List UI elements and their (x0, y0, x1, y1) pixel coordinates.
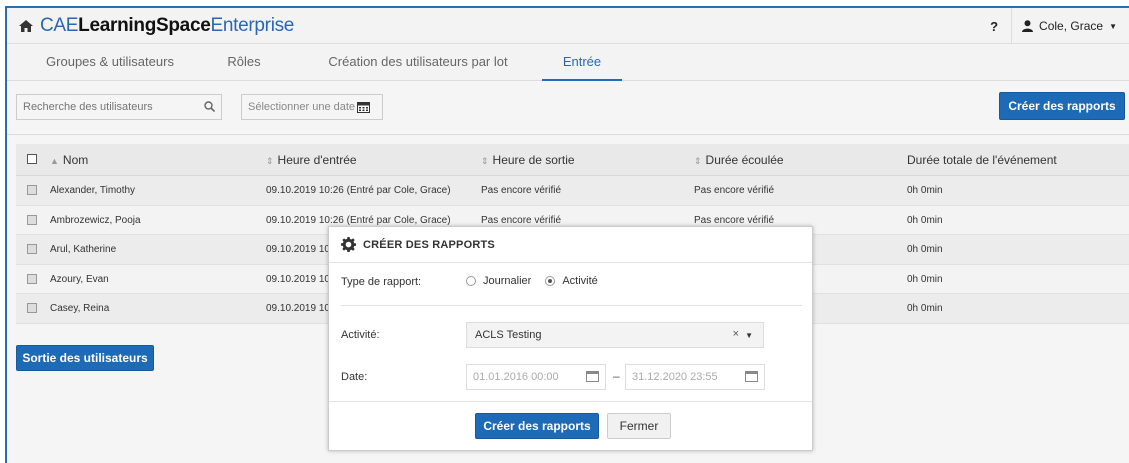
cell-name: Ambrozewicz, Pooja (50, 214, 141, 226)
cell-name: Arul, Katherine (50, 244, 117, 255)
search-icon[interactable] (204, 101, 216, 115)
user-name: Cole, Grace (1039, 19, 1104, 33)
cell-elapsed: Pas encore vérifié (694, 185, 775, 196)
close-button[interactable]: Fermer (607, 413, 671, 439)
activity-label: Activité: (341, 329, 380, 341)
date-label: Date: (341, 371, 368, 383)
radio-circle (545, 276, 556, 286)
chevron-down-icon[interactable]: ▼ (745, 331, 753, 340)
divider (341, 305, 802, 306)
col-elapsed[interactable]: ⇕ Durée écoulée (694, 144, 784, 176)
activity-select[interactable]: ACLS Testing × ▼ (466, 322, 764, 348)
exit-users-button[interactable]: Sortie des utilisateurs (16, 345, 154, 371)
divider (7, 134, 1129, 135)
clear-icon[interactable]: × (733, 328, 739, 340)
date-picker[interactable]: Sélectionner une date (241, 94, 383, 120)
radio-circle (466, 276, 476, 286)
tab-groups-users[interactable]: Groupes & utilisateurs (40, 45, 180, 81)
row-checkbox[interactable] (27, 244, 37, 254)
gear-icon (341, 237, 356, 252)
row-checkbox[interactable] (27, 273, 37, 284)
row-checkbox[interactable] (27, 303, 37, 313)
brand-logo[interactable]: CAELearningSpaceEnterprise (40, 15, 294, 37)
create-reports-button[interactable]: Créer des rapports (999, 92, 1125, 120)
sort-icon: ⇕ (481, 156, 489, 166)
calendar-icon[interactable] (745, 370, 758, 382)
date-from-value: 01.01.2016 00:00 (473, 371, 559, 383)
cell-entry: 09.10.2019 10: (266, 244, 333, 255)
radio-activity[interactable]: Activité (545, 275, 598, 287)
cell-name: Casey, Reina (50, 303, 110, 314)
cell-total: 0h 0min (907, 244, 943, 255)
top-bar: CAELearningSpaceEnterprise ? Cole, Grace… (7, 8, 1129, 44)
date-from-field[interactable]: 01.01.2016 00:00 (466, 364, 606, 390)
select-all-checkbox[interactable] (27, 154, 37, 164)
cell-name: Azoury, Evan (50, 273, 109, 285)
col-total: Durée totale de l'événement (907, 153, 1057, 167)
cell-total: 0h 0min (907, 273, 943, 285)
sort-icon: ▲ (50, 156, 59, 166)
col-exit[interactable]: ⇕ Heure de sortie (481, 144, 575, 176)
row-checkbox[interactable] (27, 214, 37, 225)
tab-entry[interactable]: Entrée (542, 45, 622, 81)
tab-roles[interactable]: Rôles (222, 45, 266, 81)
row-checkbox[interactable] (27, 185, 37, 195)
cell-total: 0h 0min (907, 185, 943, 196)
cell-entry: 09.10.2019 10:26 (Entré par Cole, Grace) (266, 185, 451, 196)
col-entry[interactable]: ⇕ Heure d'entrée (266, 144, 357, 176)
caret-down-icon: ▼ (1109, 21, 1117, 31)
calendar-icon (357, 101, 371, 113)
create-reports-dialog: CRÉER DES RAPPORTS Type de rapport: Jour… (328, 226, 813, 451)
user-menu[interactable]: Cole, Grace ▼ (1012, 19, 1129, 33)
date-placeholder: Sélectionner une date (248, 101, 356, 113)
tab-batch-create[interactable]: Création des utilisateurs par lot (313, 45, 523, 81)
sort-icon: ⇕ (266, 156, 274, 166)
cell-entry: 09.10.2019 10: (266, 303, 333, 314)
toolbar: Sélectionner une date Créer des rapports (7, 82, 1129, 132)
cell-exit: Pas encore vérifié (481, 185, 562, 196)
date-separator: – (613, 369, 620, 383)
calendar-icon[interactable] (586, 370, 599, 382)
report-type-label: Type de rapport: (341, 276, 422, 288)
table-row[interactable]: Alexander, Timothy 09.10.2019 10:26 (Ent… (16, 176, 1129, 206)
home-icon[interactable] (19, 19, 33, 33)
help-button[interactable]: ? (977, 19, 1011, 34)
user-icon (1022, 20, 1034, 32)
date-to-field[interactable]: 31.12.2020 23:55 (625, 364, 765, 390)
dialog-title: CRÉER DES RAPPORTS (363, 238, 495, 251)
cell-total: 0h 0min (907, 303, 943, 314)
cell-entry: 09.10.2019 10: (266, 273, 333, 285)
cell-name: Alexander, Timothy (50, 185, 136, 196)
dialog-header: CRÉER DES RAPPORTS (329, 227, 812, 263)
create-reports-submit-button[interactable]: Créer des rapports (475, 413, 599, 439)
divider (329, 401, 812, 402)
cell-total: 0h 0min (907, 214, 943, 226)
sort-icon: ⇕ (694, 156, 702, 166)
top-right-actions: ? Cole, Grace ▼ (977, 8, 1129, 44)
table-header: ▲ Nom ⇕ Heure d'entrée ⇕ Heure de sortie ⇕ D… (16, 144, 1129, 176)
activity-value: ACLS Testing (475, 329, 542, 341)
date-to-value: 31.12.2020 23:55 (632, 371, 718, 383)
radio-daily[interactable]: Journalier (466, 275, 531, 287)
report-type-options: Journalier Activité (466, 275, 598, 287)
search-box (16, 94, 222, 120)
tab-bar: Groupes & utilisateurs Rôles Création de… (7, 45, 1129, 81)
col-name[interactable]: ▲ Nom (50, 144, 88, 176)
search-input[interactable] (23, 101, 193, 113)
